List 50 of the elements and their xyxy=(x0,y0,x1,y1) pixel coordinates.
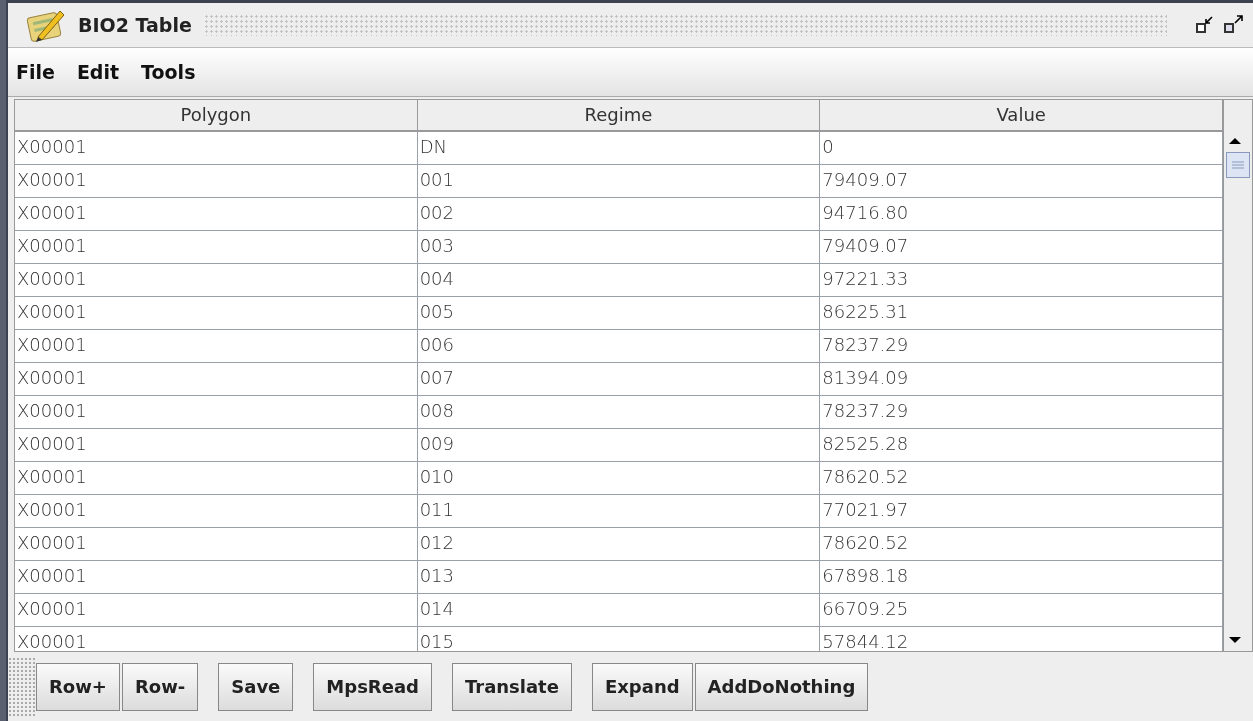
table-cell: 011 xyxy=(417,495,821,527)
table-cell: X00001 xyxy=(15,528,418,560)
toolbar-button[interactable]: AddDoNothing xyxy=(694,662,869,711)
table-cell: 006 xyxy=(417,330,821,362)
table-cell: 009 xyxy=(417,429,821,461)
table-cell: X00001 xyxy=(15,429,418,461)
table-cell: X00001 xyxy=(15,561,418,593)
table-cell: 007 xyxy=(417,363,821,395)
toolbar-button[interactable]: MpsRead xyxy=(313,662,432,711)
table-cell: X00001 xyxy=(15,396,418,428)
menu-item[interactable]: File xyxy=(16,61,55,83)
toolbar-button[interactable]: Translate xyxy=(451,662,572,711)
scrollbar[interactable] xyxy=(1223,100,1252,651)
table-cell: X00001 xyxy=(15,165,418,197)
table-cell: 015 xyxy=(417,627,821,651)
table-cell: 008 xyxy=(417,396,821,428)
table-cell: 005 xyxy=(417,297,821,329)
table-cell: X00001 xyxy=(15,495,418,527)
scroll-thumb[interactable] xyxy=(1226,152,1250,178)
toolbar-button[interactable]: Row- xyxy=(121,662,199,711)
table-cell: X00001 xyxy=(15,132,418,164)
table-cell: X00001 xyxy=(15,231,418,263)
table-cell: X00001 xyxy=(15,363,418,395)
toolbar-button[interactable]: Expand xyxy=(591,662,693,711)
menu-item[interactable]: Edit xyxy=(76,61,120,83)
toolbar-button[interactable]: Save xyxy=(218,662,294,711)
table-cell: X00001 xyxy=(15,627,418,651)
table-cell: X00001 xyxy=(15,330,418,362)
minimize-icon[interactable] xyxy=(1195,15,1215,35)
table-cell: DN xyxy=(417,132,821,164)
table-cell: 004 xyxy=(417,264,821,296)
table-cell: 014 xyxy=(417,594,821,626)
table-cell: 010 xyxy=(417,462,821,494)
column-header[interactable]: Regime xyxy=(417,100,821,130)
table-cell: 002 xyxy=(417,198,821,230)
table-cell: X00001 xyxy=(15,198,418,230)
table-cell: X00001 xyxy=(15,594,418,626)
toolbar-button[interactable]: Row+ xyxy=(36,662,120,711)
table-cell: 003 xyxy=(417,231,821,263)
toolbar-grip[interactable] xyxy=(8,656,36,717)
menu-item[interactable]: Tools xyxy=(141,61,196,83)
table-cell: X00001 xyxy=(15,297,418,329)
column-header[interactable]: Polygon xyxy=(15,100,418,130)
table-cell: 013 xyxy=(417,561,821,593)
table-cell: 012 xyxy=(417,528,821,560)
window-title: BIO2 Table xyxy=(77,14,193,36)
table-cell: X00001 xyxy=(15,462,418,494)
maximize-icon[interactable] xyxy=(1223,15,1245,35)
table-cell: 001 xyxy=(417,165,821,197)
table-cell: X00001 xyxy=(15,264,418,296)
